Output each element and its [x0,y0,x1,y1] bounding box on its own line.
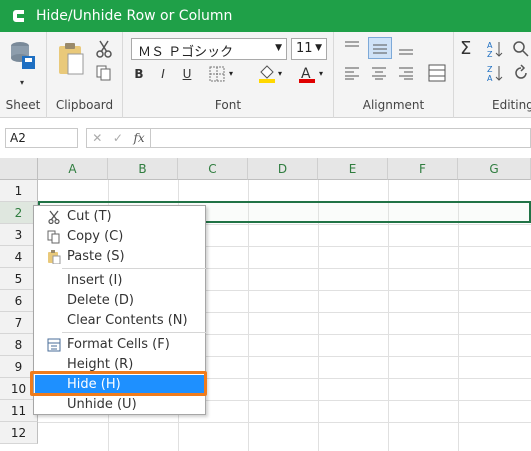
copy-icon [47,230,60,244]
sheet-group-label: Sheet [5,98,41,112]
name-box[interactable]: A2 [5,128,78,148]
column-header-b[interactable]: B [108,158,178,180]
ribbon: ▾ Sheet Clipboard ＭＳ Ｐゴシック ▼ 11 ▼ B I U … [0,32,531,118]
font-group-label: Font [214,98,242,112]
font-group: ＭＳ Ｐゴシック ▼ 11 ▼ B I U ▾ ▾ A ▾ Font [123,32,334,118]
column-header-f[interactable]: F [388,158,458,180]
app-logo-icon [8,5,30,27]
menu-item-insert[interactable]: Insert (I) [35,271,206,291]
cancel-icon[interactable]: ✕ [92,131,102,145]
title-bar: Hide/Unhide Row or Column [0,0,531,32]
paste-icon [48,250,61,264]
dropdown-arrow-icon[interactable]: ▾ [20,78,24,87]
align-middle-button[interactable] [368,37,392,59]
fx-icon[interactable]: fx [133,131,144,145]
clipboard-group-label: Clipboard [55,98,114,112]
row-header-1[interactable]: 1 [0,180,38,202]
align-middle-icon [373,44,387,54]
menu-item-delete[interactable]: Delete (D) [35,291,206,311]
dropdown-arrow-icon[interactable]: ▾ [229,69,233,78]
column-header-c[interactable]: C [178,158,248,180]
cut-icon[interactable] [95,40,113,58]
merge-cells-icon[interactable] [428,64,446,82]
menu-item-label: Format Cells (F) [67,337,170,352]
sort-desc-icon[interactable]: Z A [486,64,504,82]
menu-item-paste[interactable]: Paste (S) [35,247,206,267]
svg-text:Z: Z [487,50,493,58]
column-header-d[interactable]: D [248,158,318,180]
dropdown-arrow-icon[interactable]: ▾ [278,69,282,78]
window-title: Hide/Unhide Row or Column [36,8,233,24]
align-top-icon[interactable] [344,40,360,54]
svg-text:A: A [487,74,493,82]
menu-item-label: Delete (D) [67,293,134,308]
align-right-icon[interactable] [398,66,414,80]
font-name-value: ＭＳ Ｐゴシック [138,45,234,60]
sheet-icon[interactable] [9,40,39,74]
chevron-down-icon: ▼ [275,43,282,53]
menu-item-label: Cut (T) [67,209,112,224]
alignment-group: Alignment [334,32,454,118]
refresh-icon[interactable] [512,64,530,82]
menu-item-label: Unhide (U) [67,397,137,412]
align-center-icon[interactable] [371,66,387,80]
formula-input[interactable] [150,128,531,148]
formula-controls: ✕ ✓ fx [86,128,150,148]
row-header-12[interactable]: 12 [0,422,38,444]
borders-icon[interactable] [209,66,227,82]
column-header-a[interactable]: A [38,158,108,180]
menu-item-format-cells[interactable]: Format Cells (F) [35,335,206,355]
sheet-group: ▾ Sheet [0,32,47,118]
font-name-select[interactable]: ＭＳ Ｐゴシック ▼ [131,38,287,60]
align-left-icon[interactable] [344,66,360,80]
menu-item-label: Insert (I) [67,273,123,288]
copy-icon[interactable] [95,64,113,82]
menu-item-clear-contents[interactable]: Clear Contents (N) [35,311,206,331]
menu-item-copy[interactable]: Copy (C) [35,227,206,247]
align-bottom-icon[interactable] [398,42,414,56]
italic-button[interactable]: I [153,64,173,84]
formula-bar: A2 ✕ ✓ fx [0,118,531,158]
grid-line [38,422,531,423]
scissors-icon [48,210,60,224]
font-color-icon[interactable]: A [297,64,317,84]
editing-group-label: Editing [492,98,531,112]
column-header-e[interactable]: E [318,158,388,180]
menu-item-unhide[interactable]: Unhide (U) [35,395,206,415]
dropdown-arrow-icon[interactable]: ▾ [319,69,323,78]
find-icon[interactable] [512,40,530,58]
menu-separator [62,332,206,333]
font-size-value: 11 [296,41,313,56]
font-size-select[interactable]: 11 ▼ [291,38,327,60]
menu-item-label: Copy (C) [67,229,124,244]
alignment-group-label: Alignment [362,98,425,112]
column-header-g[interactable]: G [458,158,531,180]
bold-button[interactable]: B [129,64,149,84]
menu-item-label: Clear Contents (N) [67,313,188,328]
chevron-down-icon: ▼ [315,43,322,53]
editing-group: Σ A Z Z A Editing [454,32,531,118]
svg-text:A: A [487,41,493,50]
menu-item-cut[interactable]: Cut (T) [35,207,206,227]
underline-button[interactable]: U [177,64,197,84]
menu-item-label: Height (R) [67,357,134,372]
sort-asc-icon[interactable]: A Z [486,40,504,58]
fill-color-icon[interactable] [257,64,277,84]
clipboard-group: Clipboard [47,32,123,118]
svg-text:Z: Z [487,65,493,74]
autosum-icon[interactable]: Σ [460,38,471,59]
select-all-corner[interactable] [0,158,38,180]
format-cells-icon [47,338,61,352]
menu-separator [62,268,206,269]
menu-item-label: Paste (S) [67,249,125,264]
confirm-icon[interactable]: ✓ [113,131,123,145]
paste-icon[interactable] [57,42,85,76]
highlight-callout [30,371,207,396]
